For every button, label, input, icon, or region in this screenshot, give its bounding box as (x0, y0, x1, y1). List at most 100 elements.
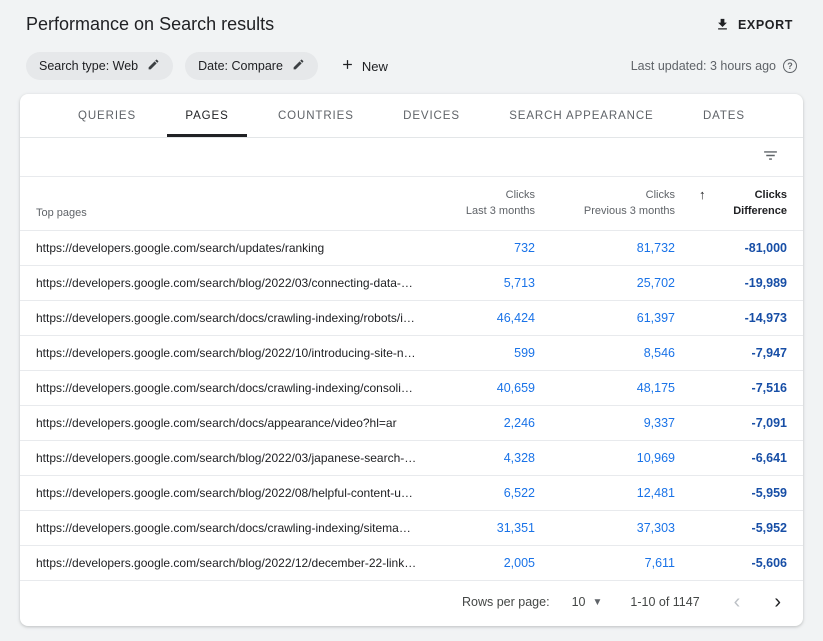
date-compare-chip-label: Date: Compare (198, 59, 283, 73)
clicks-difference-cell: -14,973 (691, 301, 803, 336)
table-row[interactable]: https://developers.google.com/search/blo… (20, 476, 803, 511)
clicks-previous-cell: 9,337 (551, 406, 691, 441)
clicks-last-cell: 4,328 (433, 441, 551, 476)
clicks-previous-cell: 7,611 (551, 546, 691, 581)
page-url-cell: https://developers.google.com/search/doc… (20, 301, 433, 336)
page-url-cell: https://developers.google.com/search/doc… (20, 511, 433, 546)
table-header-row: Top pages Clicks Last 3 months Clicks Pr… (20, 177, 803, 231)
page-url-cell: https://developers.google.com/search/doc… (20, 371, 433, 406)
top-bar: Performance on Search results EXPORT (0, 0, 823, 44)
column-header-clicks-previous-line2: Previous 3 months (559, 203, 675, 219)
sort-arrow-up-icon: ↑ (699, 187, 706, 203)
table-row[interactable]: https://developers.google.com/search/blo… (20, 546, 803, 581)
clicks-previous-cell: 48,175 (551, 371, 691, 406)
table-row[interactable]: https://developers.google.com/search/doc… (20, 406, 803, 441)
clicks-previous-cell: 8,546 (551, 336, 691, 371)
report-card: QUERIES PAGES COUNTRIES DEVICES SEARCH APPEA… (20, 94, 803, 626)
export-button[interactable]: EXPORT (711, 11, 797, 38)
table-row[interactable]: https://developers.google.com/search/doc… (20, 511, 803, 546)
column-header-top-pages[interactable]: Top pages (20, 177, 433, 231)
clicks-last-cell: 599 (433, 336, 551, 371)
clicks-difference-cell: -7,091 (691, 406, 803, 441)
edit-icon (147, 58, 160, 74)
page-url-cell: https://developers.google.com/search/blo… (20, 336, 433, 371)
filter-bar: Search type: Web Date: Compare New Last … (0, 44, 823, 94)
search-type-chip-label: Search type: Web (39, 59, 138, 73)
help-icon[interactable]: ? (783, 59, 797, 73)
page-url-cell: https://developers.google.com/search/blo… (20, 441, 433, 476)
tab-devices[interactable]: DEVICES (385, 94, 478, 137)
download-icon (715, 17, 730, 32)
tab-queries[interactable]: QUERIES (60, 94, 154, 137)
clicks-difference-cell: -7,947 (691, 336, 803, 371)
clicks-difference-cell: -6,641 (691, 441, 803, 476)
clicks-difference-cell: -19,989 (691, 266, 803, 301)
plus-icon (340, 57, 355, 75)
rows-per-page-value: 10 (572, 595, 586, 609)
last-updated-text: Last updated: 3 hours ago (631, 59, 776, 73)
clicks-last-cell: 2,246 (433, 406, 551, 441)
clicks-last-cell: 46,424 (433, 301, 551, 336)
page-url-cell: https://developers.google.com/search/blo… (20, 546, 433, 581)
table-row[interactable]: https://developers.google.com/search/doc… (20, 371, 803, 406)
filter-table-button[interactable] (760, 145, 781, 169)
clicks-previous-cell: 37,303 (551, 511, 691, 546)
table-body: https://developers.google.com/search/upd… (20, 231, 803, 581)
table-row[interactable]: https://developers.google.com/search/doc… (20, 301, 803, 336)
clicks-difference-cell: -5,952 (691, 511, 803, 546)
next-page-button[interactable]: › (774, 594, 781, 610)
export-label: EXPORT (738, 18, 793, 32)
column-header-clicks-difference-line2: Difference (699, 203, 787, 219)
clicks-last-cell: 5,713 (433, 266, 551, 301)
column-header-clicks-previous-line1: Clicks (646, 187, 675, 203)
column-header-clicks-difference[interactable]: ↑ Clicks Difference (691, 177, 803, 231)
last-updated: Last updated: 3 hours ago ? (631, 59, 797, 73)
clicks-last-cell: 31,351 (433, 511, 551, 546)
pagination-bar: Rows per page: 10 ▼ 1-10 of 1147 ‹ › (20, 580, 803, 626)
rows-per-page-label: Rows per page: (462, 595, 550, 609)
column-header-clicks-previous[interactable]: Clicks Previous 3 months (551, 177, 691, 231)
filter-chips: Search type: Web Date: Compare New (26, 52, 388, 80)
tab-dates[interactable]: DATES (685, 94, 763, 137)
clicks-difference-cell: -5,959 (691, 476, 803, 511)
search-type-chip[interactable]: Search type: Web (26, 52, 173, 80)
rows-per-page-select[interactable]: 10 ▼ (572, 595, 603, 609)
column-header-clicks-last[interactable]: Clicks Last 3 months (433, 177, 551, 231)
column-header-clicks-difference-line1: Clicks (755, 187, 787, 203)
tab-search-appearance[interactable]: SEARCH APPEARANCE (491, 94, 671, 137)
clicks-last-cell: 40,659 (433, 371, 551, 406)
tab-countries[interactable]: COUNTRIES (260, 94, 372, 137)
clicks-previous-cell: 12,481 (551, 476, 691, 511)
clicks-last-cell: 6,522 (433, 476, 551, 511)
page-url-cell: https://developers.google.com/search/blo… (20, 266, 433, 301)
clicks-difference-cell: -81,000 (691, 231, 803, 266)
new-filter-button[interactable]: New (340, 57, 388, 75)
edit-icon (292, 58, 305, 74)
tab-bar: QUERIES PAGES COUNTRIES DEVICES SEARCH APPEA… (20, 94, 803, 138)
column-header-clicks-last-line1: Clicks (506, 187, 535, 203)
table-row[interactable]: https://developers.google.com/search/blo… (20, 441, 803, 476)
dropdown-arrow-icon: ▼ (592, 597, 602, 608)
table-row[interactable]: https://developers.google.com/search/upd… (20, 231, 803, 266)
clicks-last-cell: 732 (433, 231, 551, 266)
filter-list-icon (762, 147, 779, 167)
clicks-difference-cell: -7,516 (691, 371, 803, 406)
tab-pages[interactable]: PAGES (167, 94, 246, 137)
table-row[interactable]: https://developers.google.com/search/blo… (20, 336, 803, 371)
pagination-range: 1-10 of 1147 (630, 595, 699, 609)
clicks-previous-cell: 81,732 (551, 231, 691, 266)
table-filter-row (20, 138, 803, 177)
column-header-clicks-last-line2: Last 3 months (441, 203, 535, 219)
table-row[interactable]: https://developers.google.com/search/blo… (20, 266, 803, 301)
page-url-cell: https://developers.google.com/search/doc… (20, 406, 433, 441)
top-pages-table: Top pages Clicks Last 3 months Clicks Pr… (20, 177, 803, 580)
clicks-previous-cell: 10,969 (551, 441, 691, 476)
clicks-previous-cell: 61,397 (551, 301, 691, 336)
date-compare-chip[interactable]: Date: Compare (185, 52, 318, 80)
page-url-cell: https://developers.google.com/search/upd… (20, 231, 433, 266)
previous-page-button[interactable]: ‹ (734, 594, 741, 610)
page-title: Performance on Search results (26, 14, 274, 35)
page-url-cell: https://developers.google.com/search/blo… (20, 476, 433, 511)
clicks-previous-cell: 25,702 (551, 266, 691, 301)
new-filter-label: New (362, 59, 388, 74)
